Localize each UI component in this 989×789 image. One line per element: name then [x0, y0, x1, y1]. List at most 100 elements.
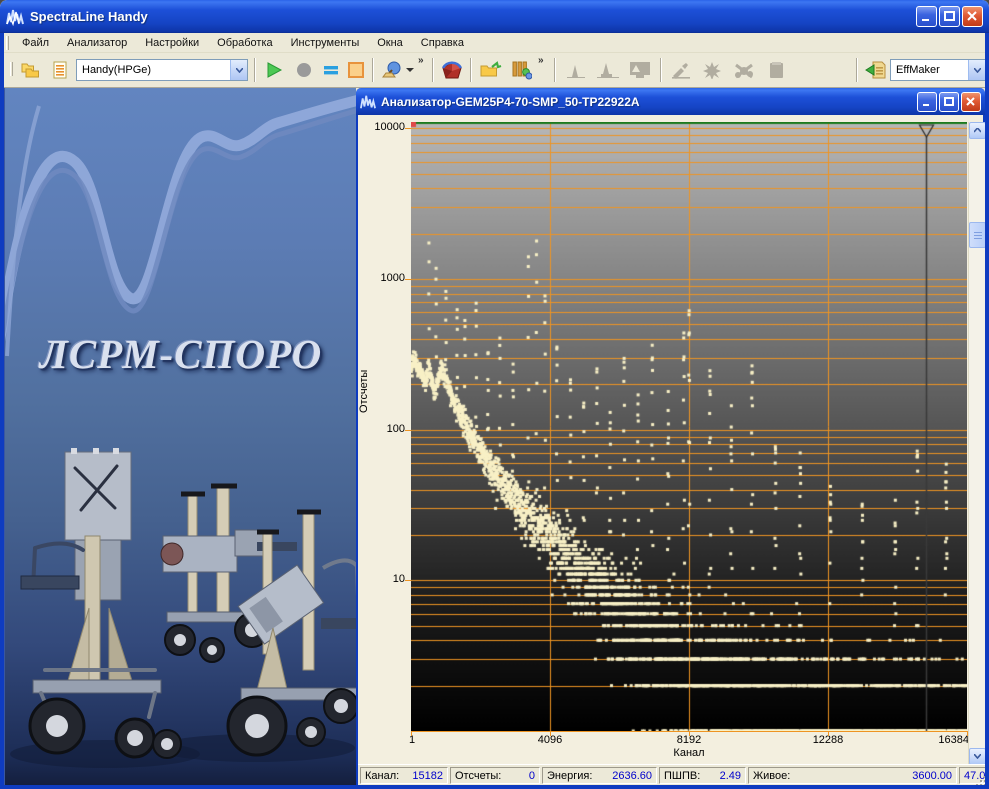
menu-item-1[interactable]: Анализатор [58, 35, 136, 51]
y-tickmark-10 [405, 580, 411, 581]
analyzer-close-button[interactable] [961, 92, 981, 112]
status-label-0: Канал: [365, 770, 399, 782]
chevron-down-icon [974, 68, 981, 73]
app-logo-icon [6, 8, 24, 26]
menu-item-2[interactable]: Настройки [136, 35, 208, 51]
menu-item-0[interactable]: Файл [13, 35, 58, 51]
toolbar: Handy(HPGe) » [4, 53, 985, 88]
chevron-up-icon [974, 128, 981, 133]
stop-acquisition-button[interactable] [290, 56, 318, 84]
start-acquisition-button[interactable] [260, 56, 288, 84]
status-field-1: Отсчеты:0 [450, 767, 540, 784]
vertical-scrollbar[interactable] [968, 122, 985, 765]
analyze-button[interactable] [626, 56, 654, 84]
y-tick-10000: 10000 [359, 121, 405, 133]
effmaker-launch-button[interactable] [862, 56, 890, 84]
preset-button[interactable] [342, 56, 370, 84]
window-border-right [985, 33, 989, 789]
edit-peak-button[interactable] [667, 56, 695, 84]
peak-fit-button[interactable] [594, 56, 622, 84]
combo-dropdown-button[interactable] [230, 60, 247, 80]
x-axis-line [411, 731, 967, 732]
x-tick-16384: 16384 [909, 734, 969, 746]
red-polyhedron-icon [441, 60, 463, 80]
combo-dropdown-button-2[interactable] [968, 60, 985, 80]
x-axis-label: Канал [411, 747, 967, 759]
window-title: SpectraLine Handy [30, 9, 916, 24]
y-tick-1000: 1000 [359, 272, 405, 284]
detector-combobox-value: Handy(HPGe) [77, 64, 230, 76]
status-field-0: Канал:15182 [360, 767, 448, 784]
slats-export-icon [510, 60, 532, 80]
folder-open-arrow-icon [480, 61, 502, 79]
effmaker-icon [865, 60, 887, 80]
minimize-button[interactable] [916, 6, 937, 27]
monitor-peak-icon [628, 60, 652, 80]
y-tickmark-10000 [405, 128, 411, 129]
pen-peak-icon [670, 61, 692, 79]
status-label-3: ПШПВ: [664, 770, 700, 782]
analyzer-icon [360, 94, 376, 110]
window-border-left [0, 33, 4, 789]
3d-view-button[interactable] [438, 56, 466, 84]
menubar-grip[interactable] [6, 36, 9, 50]
status-value-3: 2.49 [700, 770, 741, 782]
split-peak-button[interactable] [699, 56, 727, 84]
y-tick-100: 100 [359, 423, 405, 435]
close-button[interactable] [962, 6, 983, 27]
scrollbar-thumb[interactable] [969, 222, 986, 248]
asterisk-peak-icon [702, 61, 724, 79]
toolbar-overflow-chevron-2[interactable]: » [538, 55, 543, 66]
play-icon [265, 61, 283, 79]
status-field-2: Энергия:2636.60 [542, 767, 657, 784]
scroll-up-button[interactable] [969, 122, 986, 139]
status-label-4: Живое: [753, 770, 790, 782]
scroll-down-button[interactable] [969, 748, 986, 765]
main-titlebar[interactable]: SpectraLine Handy [0, 0, 989, 33]
report-button[interactable] [763, 56, 791, 84]
peak-search-button[interactable] [562, 56, 590, 84]
spectrum-list-button[interactable] [46, 56, 74, 84]
efficiency-curve-decoration [5, 88, 356, 358]
analyzer-maximize-button[interactable] [939, 92, 959, 112]
detector-dewar-icon [381, 60, 403, 80]
y-tickmark-1000 [405, 279, 411, 280]
folders-icon [20, 61, 40, 79]
large-peak-icon [596, 61, 620, 79]
notepad-icon [768, 61, 786, 79]
y-tickmark-100 [405, 430, 411, 431]
brand-panel: ЛСРМ-СПОРО [4, 88, 356, 785]
delete-peak-button[interactable] [731, 56, 759, 84]
efficiency-combobox[interactable]: EffMaker [890, 59, 986, 81]
detector-combobox[interactable]: Handy(HPGe) [76, 59, 248, 81]
brand-title: ЛСРМ-СПОРО [5, 330, 356, 378]
analyzer-minimize-button[interactable] [917, 92, 937, 112]
x-tick-1: 1 [409, 734, 469, 746]
export-spectrum-button[interactable] [507, 56, 535, 84]
toolbar-overflow-chevron[interactable]: » [418, 55, 423, 66]
instruments-photo [5, 448, 356, 778]
menu-item-3[interactable]: Обработка [208, 35, 281, 51]
spectrum-plot[interactable] [411, 122, 967, 731]
status-value-0: 15182 [399, 770, 443, 782]
status-label-2: Энергия: [547, 770, 592, 782]
menu-item-4[interactable]: Инструменты [282, 35, 369, 51]
status-value-1: 0 [501, 770, 535, 782]
status-label-1: Отсчеты: [455, 770, 501, 782]
window-border-bottom [0, 785, 989, 789]
blue-bars-icon [322, 61, 340, 79]
open-spectrum-button[interactable] [477, 56, 505, 84]
y-axis-label: Отсчеты [358, 399, 370, 413]
maximize-button[interactable] [939, 6, 960, 27]
analyzer-titlebar[interactable]: Анализатор-GEM25P4-70-SMP_50-TP22922A [356, 88, 985, 115]
menu-item-5[interactable]: Окна [368, 35, 412, 51]
detector-setup-button[interactable] [378, 56, 416, 84]
toolbar-grip[interactable] [10, 62, 13, 76]
record-circle-icon [295, 61, 313, 79]
menu-item-6[interactable]: Справка [412, 35, 473, 51]
new-spectrum-button[interactable] [16, 56, 44, 84]
orange-square-icon [347, 61, 365, 79]
clear-spectrum-button[interactable] [317, 56, 345, 84]
application-window: SpectraLine Handy ФайлАнализаторНастройк… [0, 0, 989, 789]
analyzer-title: Анализатор-GEM25P4-70-SMP_50-TP22922A [381, 95, 917, 109]
